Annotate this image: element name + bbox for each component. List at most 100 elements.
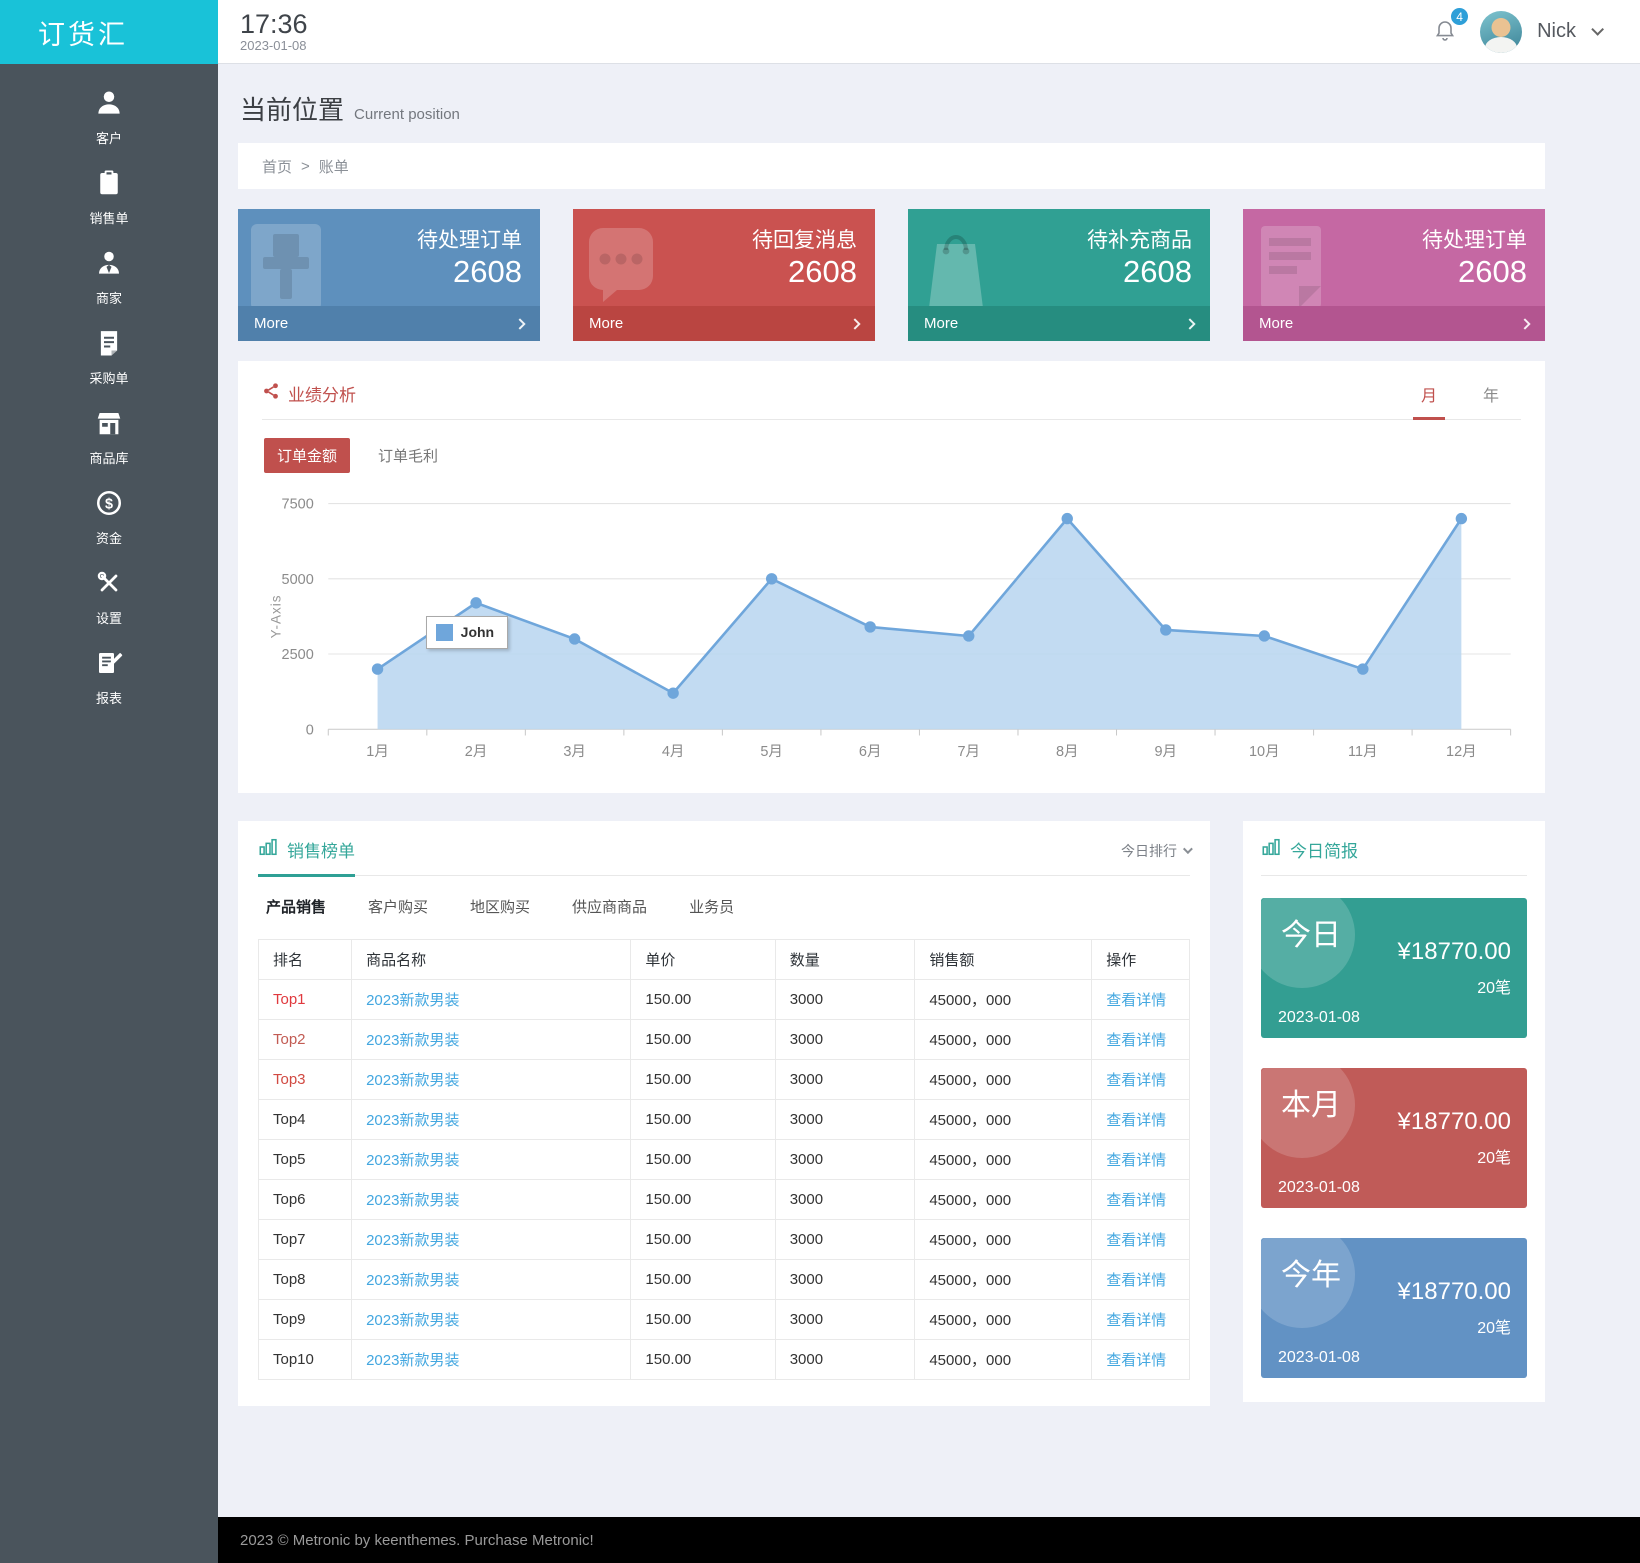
sidebar-item-product-library[interactable]: 商品库 — [89, 408, 128, 467]
view-detail-link[interactable]: 查看详情 — [1106, 1232, 1166, 1249]
stat-card-value: 2608 — [1458, 254, 1527, 290]
col-rank: 排名 — [259, 939, 352, 979]
report-card-count: 20笔 — [1477, 974, 1511, 998]
topbar: 17:36 2023-01-08 4 Nick — [218, 0, 1640, 64]
notifications-button[interactable]: 4 — [1433, 17, 1457, 46]
sidebar-item-label: 商品库 — [89, 448, 128, 467]
view-detail-link[interactable]: 查看详情 — [1106, 1192, 1166, 1209]
report-card-date: 2023-01-08 — [1278, 1009, 1360, 1027]
sidebar-item-funds[interactable]: $ 资金 — [94, 488, 124, 547]
tab-supplier-products[interactable]: 供应商商品 — [572, 896, 647, 917]
stat-card-more-button[interactable]: More — [573, 306, 875, 341]
product-link[interactable]: 2023新款男装 — [366, 1312, 459, 1329]
tab-order-profit[interactable]: 订单毛利 — [365, 438, 451, 473]
product-link[interactable]: 2023新款男装 — [366, 1152, 459, 1169]
stat-card-restock-products[interactable]: 待补充商品 2608 More — [908, 209, 1210, 341]
product-link[interactable]: 2023新款男装 — [366, 1112, 459, 1129]
tab-customer-purchase[interactable]: 客户购买 — [368, 896, 428, 917]
report-card-label: 今日 — [1281, 910, 1341, 954]
chevron-right-icon — [1184, 318, 1195, 329]
product-link[interactable]: 2023新款男装 — [366, 1232, 459, 1249]
price-cell: 150.00 — [631, 1259, 775, 1299]
qty-cell: 3000 — [775, 1059, 915, 1099]
product-link[interactable]: 2023新款男装 — [366, 992, 459, 1009]
sidebar-item-purchase-orders[interactable]: 采购单 — [89, 328, 128, 387]
svg-text:3月: 3月 — [563, 744, 586, 760]
view-detail-link[interactable]: 查看详情 — [1106, 1072, 1166, 1089]
app-logo[interactable]: 订货汇 — [0, 0, 218, 64]
ranking-filter-label: 今日排行 — [1121, 841, 1177, 861]
report-card-amount: ¥18770.00 — [1398, 938, 1511, 966]
product-link[interactable]: 2023新款男装 — [366, 1352, 459, 1369]
rank-cell: Top5 — [259, 1139, 352, 1179]
stat-card-more-button[interactable]: More — [908, 306, 1210, 341]
view-detail-link[interactable]: 查看详情 — [1106, 1352, 1166, 1369]
product-link[interactable]: 2023新款男装 — [366, 1272, 459, 1289]
bell-icon — [1433, 28, 1457, 45]
rank-cell: Top2 — [259, 1019, 352, 1059]
avatar[interactable] — [1480, 11, 1522, 53]
report-card-date: 2023-01-08 — [1278, 1349, 1360, 1367]
view-detail-link[interactable]: 查看详情 — [1106, 1152, 1166, 1169]
sidebar-item-sales-orders[interactable]: 销售单 — [89, 168, 128, 227]
legend-swatch — [436, 624, 453, 641]
user-name[interactable]: Nick — [1537, 20, 1576, 43]
tab-product-sales[interactable]: 产品销售 — [266, 896, 326, 917]
qty-cell: 3000 — [775, 1299, 915, 1339]
sidebar-item-customers[interactable]: 客户 — [94, 88, 124, 147]
ranking-filter-dropdown[interactable]: 今日排行 — [1121, 841, 1190, 871]
action-cell: 查看详情 — [1092, 1019, 1190, 1059]
report-card-year: 今年 ¥18770.00 20笔 2023-01-08 — [1261, 1238, 1527, 1378]
report-card-count: 20笔 — [1477, 1144, 1511, 1168]
tab-region-purchase[interactable]: 地区购买 — [470, 896, 530, 917]
amount-cell: 45000，000 — [915, 1339, 1092, 1379]
sidebar-item-reports[interactable]: 报表 — [94, 648, 124, 707]
legend-label: John — [461, 624, 494, 640]
stat-card-title: 待回复消息 — [752, 224, 857, 254]
more-label: More — [589, 315, 623, 332]
stat-card-more-button[interactable]: More — [238, 306, 540, 341]
view-detail-link[interactable]: 查看详情 — [1106, 1272, 1166, 1289]
amount-cell: 45000，000 — [915, 1179, 1092, 1219]
product-link[interactable]: 2023新款男装 — [366, 1072, 459, 1089]
col-sales-amount: 销售额 — [915, 939, 1092, 979]
more-label: More — [254, 315, 288, 332]
product-library-icon — [94, 408, 124, 443]
tab-salesperson[interactable]: 业务员 — [689, 896, 734, 917]
view-detail-link[interactable]: 查看详情 — [1106, 992, 1166, 1009]
rank-cell: Top9 — [259, 1299, 352, 1339]
report-card-label: 本月 — [1281, 1080, 1341, 1124]
table-row: Top2 2023新款男装 150.00 3000 45000，000 查看详情 — [259, 1019, 1190, 1059]
sidebar-item-settings[interactable]: 设置 — [94, 568, 124, 627]
sidebar-item-label: 资金 — [96, 528, 122, 547]
breadcrumb-home[interactable]: 首页 — [262, 156, 292, 177]
view-detail-link[interactable]: 查看详情 — [1106, 1112, 1166, 1129]
notification-badge: 4 — [1449, 6, 1470, 27]
view-detail-link[interactable]: 查看详情 — [1106, 1032, 1166, 1049]
range-tabs: 月 年 — [1413, 382, 1521, 406]
view-detail-link[interactable]: 查看详情 — [1106, 1312, 1166, 1329]
product-cell: 2023新款男装 — [352, 979, 631, 1019]
price-cell: 150.00 — [631, 1339, 775, 1379]
sidebar-item-merchants[interactable]: 商家 — [94, 248, 124, 307]
rank-cell: Top3 — [259, 1059, 352, 1099]
product-link[interactable]: 2023新款男装 — [366, 1192, 459, 1209]
chevron-down-icon[interactable] — [1591, 23, 1604, 36]
product-link[interactable]: 2023新款男装 — [366, 1032, 459, 1049]
report-card-count: 20笔 — [1477, 1314, 1511, 1338]
daily-report-title: 今日简报 — [1290, 837, 1358, 862]
share-icon — [262, 382, 280, 405]
product-cell: 2023新款男装 — [352, 1179, 631, 1219]
performance-chart: 02500500075001月2月3月4月5月6月7月8月9月10月11月12月… — [262, 481, 1521, 781]
stat-card-pending-orders[interactable]: 待处理订单 2608 More — [238, 209, 540, 341]
rank-cell: Top4 — [259, 1099, 352, 1139]
tab-order-amount[interactable]: 订单金额 — [264, 438, 350, 473]
stat-card-more-button[interactable]: More — [1243, 306, 1545, 341]
breadcrumb-separator: > — [301, 158, 310, 175]
tab-year[interactable]: 年 — [1475, 382, 1507, 420]
amount-cell: 45000，000 — [915, 1139, 1092, 1179]
svg-text:9月: 9月 — [1155, 744, 1178, 760]
stat-card-pending-messages[interactable]: 待回复消息 2608 More — [573, 209, 875, 341]
tab-month[interactable]: 月 — [1413, 382, 1445, 420]
stat-card-pending-orders-2[interactable]: 待处理订单 2608 More — [1243, 209, 1545, 341]
